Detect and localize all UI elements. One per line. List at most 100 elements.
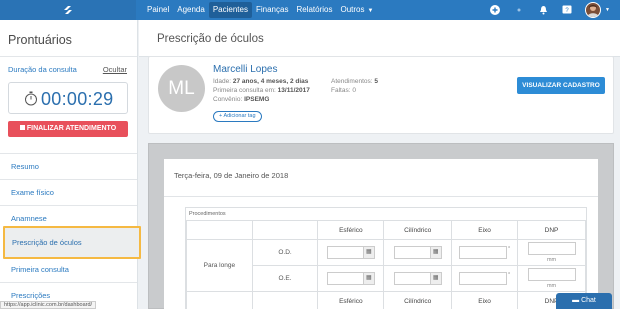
row-group-para-longe: Para longe (186, 239, 253, 292)
nav-agenda[interactable]: Agenda (173, 0, 209, 20)
appointments-label: Atendimentos: (331, 78, 373, 85)
eye-oe: O.E. (251, 265, 319, 292)
cell: mm (517, 265, 586, 292)
insurance-label: Convênio: (213, 96, 243, 103)
unit-label: mm (546, 257, 557, 263)
sidebar-title: Prontuários (8, 33, 72, 47)
esferico-oe-input[interactable]: ▦ (326, 272, 375, 285)
eixo-od-input[interactable] (459, 246, 508, 259)
nav-outros[interactable]: Outros ▼ (336, 0, 377, 20)
timer-value: 00:00:29 (41, 89, 114, 109)
add-icon[interactable] (489, 4, 501, 16)
sidebar: Prontuários Duração da consulta Ocultar … (0, 20, 141, 309)
add-tag-button[interactable]: + Adicionar tag (213, 111, 262, 122)
dnp-oe-input[interactable] (527, 268, 576, 281)
cell: ▦ (383, 265, 453, 292)
main-nav: Painel Agenda Pacientes Finanças Relatór… (143, 0, 377, 20)
sidebar-item-resumo[interactable]: Resumo (0, 154, 137, 179)
col-cilindrico: Cilíndrico (383, 291, 453, 309)
bell-icon[interactable] (537, 4, 549, 16)
help-icon[interactable]: ? (561, 4, 573, 16)
col-eixo: Eixo (451, 291, 519, 309)
procedures-section: Procedimentos Esférico Cilíndrico Eixo D… (185, 207, 587, 309)
table-header-empty (251, 220, 319, 240)
topbar-icons: ? ▼ (489, 0, 620, 20)
top-navbar: Painel Agenda Pacientes Finanças Relatór… (0, 0, 620, 20)
status-url: https://app.iclinic.com.br/dashboard/ (0, 301, 97, 309)
esferico-od-input[interactable]: ▦ (326, 246, 375, 259)
cilindrico-oe-input[interactable]: ▦ (393, 272, 442, 285)
hide-timer-link[interactable]: Ocultar (103, 65, 127, 74)
stopwatch-icon (25, 91, 37, 106)
user-avatar[interactable] (585, 2, 602, 18)
prescription-paper: Terça-feira, 09 de Janeiro de 2018 Proce… (164, 159, 598, 309)
chat-button[interactable]: ▬ Chat (556, 293, 612, 309)
stop-icon (19, 125, 25, 130)
absences-label: Faltas: (331, 87, 351, 94)
col-cilindrico: Cilíndrico (383, 220, 453, 240)
appointments-value: 5 (374, 78, 378, 85)
view-record-button[interactable]: VISUALIZAR CADASTRO (517, 77, 605, 94)
patient-first-visit: Primeira consulta em: 13/11/2017 (213, 87, 310, 94)
page-title: Prescrição de óculos (157, 33, 264, 45)
col-esferico: Esférico (317, 220, 385, 240)
cilindrico-od-input[interactable]: ▦ (393, 246, 442, 259)
col-dnp: DNP (517, 220, 586, 240)
cell: mm (517, 239, 586, 266)
dnp-od-input[interactable] (527, 242, 576, 255)
finish-label: FINALIZAR ATENDIMENTO (26, 125, 117, 132)
cell: ▦ (383, 239, 453, 266)
degree-symbol: ° (508, 246, 511, 252)
sidebar-item-primeira-consulta[interactable]: Primeira consulta (0, 257, 137, 282)
nav-pacientes[interactable]: Pacientes (208, 2, 252, 18)
sidebar-item-exame-fisico[interactable]: Exame físico (0, 180, 137, 205)
col-esferico: Esférico (317, 291, 385, 309)
finish-appointment-button[interactable]: FINALIZAR ATENDIMENTO (8, 121, 128, 137)
table-row: Para longe O.D. ▦ ▦ ° mm (186, 239, 586, 292)
cell: ▦ (317, 265, 385, 292)
col-eixo: Eixo (451, 220, 519, 240)
nav-painel[interactable]: Painel (143, 0, 173, 20)
patient-avatar: ML (158, 65, 205, 112)
grid-icon[interactable]: ▦ (362, 273, 374, 284)
cell: ° (451, 265, 519, 292)
patient-age: Idade: 27 anos, 4 meses, 2 dias (213, 78, 308, 85)
grid-icon[interactable]: ▦ (429, 247, 441, 258)
cell: ▦ (317, 239, 385, 266)
nav-outros-label: Outros (340, 5, 365, 14)
absences-value: 0 (352, 87, 356, 94)
eixo-oe-input[interactable] (459, 272, 508, 285)
add-tag-label: Adicionar tag (223, 113, 256, 119)
age-label: Idade: (213, 78, 232, 85)
grid-icon[interactable]: ▦ (429, 273, 441, 284)
sidebar-item-prescricao-oculos[interactable]: Prescrição de óculos (3, 226, 141, 259)
procedures-label: Procedimentos (189, 211, 226, 217)
table-header-empty (186, 291, 253, 309)
chat-label: Chat (581, 297, 596, 304)
lens-table: Esférico Cilíndrico Eixo DNP Para longe … (186, 220, 586, 309)
separator-dot-icon (513, 4, 525, 16)
nav-relatorios[interactable]: Relatórios (292, 0, 336, 20)
patient-insurance: Convênio: IPSEMG (213, 96, 269, 103)
table-header-row: Esférico Cilíndrico Eixo DNP (186, 220, 586, 240)
unit-label: mm (546, 283, 557, 289)
patient-name[interactable]: Marcelli Lopes (213, 64, 277, 75)
age-value: 27 anos, 4 meses, 2 dias (232, 78, 309, 85)
first-visit-value: 13/11/2017 (277, 87, 310, 94)
prescription-preview: Terça-feira, 09 de Janeiro de 2018 Proce… (148, 143, 614, 309)
patient-appointments: Atendimentos: 5 (331, 78, 378, 85)
duration-label: Duração da consulta (8, 65, 77, 74)
app-logo[interactable] (0, 0, 136, 20)
divider (0, 56, 137, 57)
patient-card: ML Marcelli Lopes Idade: 27 anos, 4 mese… (148, 56, 614, 134)
patient-absences: Faltas: 0 (331, 87, 356, 94)
insurance-value: IPSEMG (244, 96, 270, 103)
page-header: Prescrição de óculos (139, 20, 620, 57)
avatar-chevron-icon[interactable]: ▼ (605, 7, 610, 13)
chevron-down-icon: ▼ (367, 8, 374, 14)
logo-icon (64, 6, 72, 14)
grid-icon[interactable]: ▦ (362, 247, 374, 258)
prescription-date: Terça-feira, 09 de Janeiro de 2018 (174, 171, 289, 180)
nav-financas[interactable]: Finanças (252, 0, 292, 20)
chat-icon: ▬ (572, 297, 582, 304)
